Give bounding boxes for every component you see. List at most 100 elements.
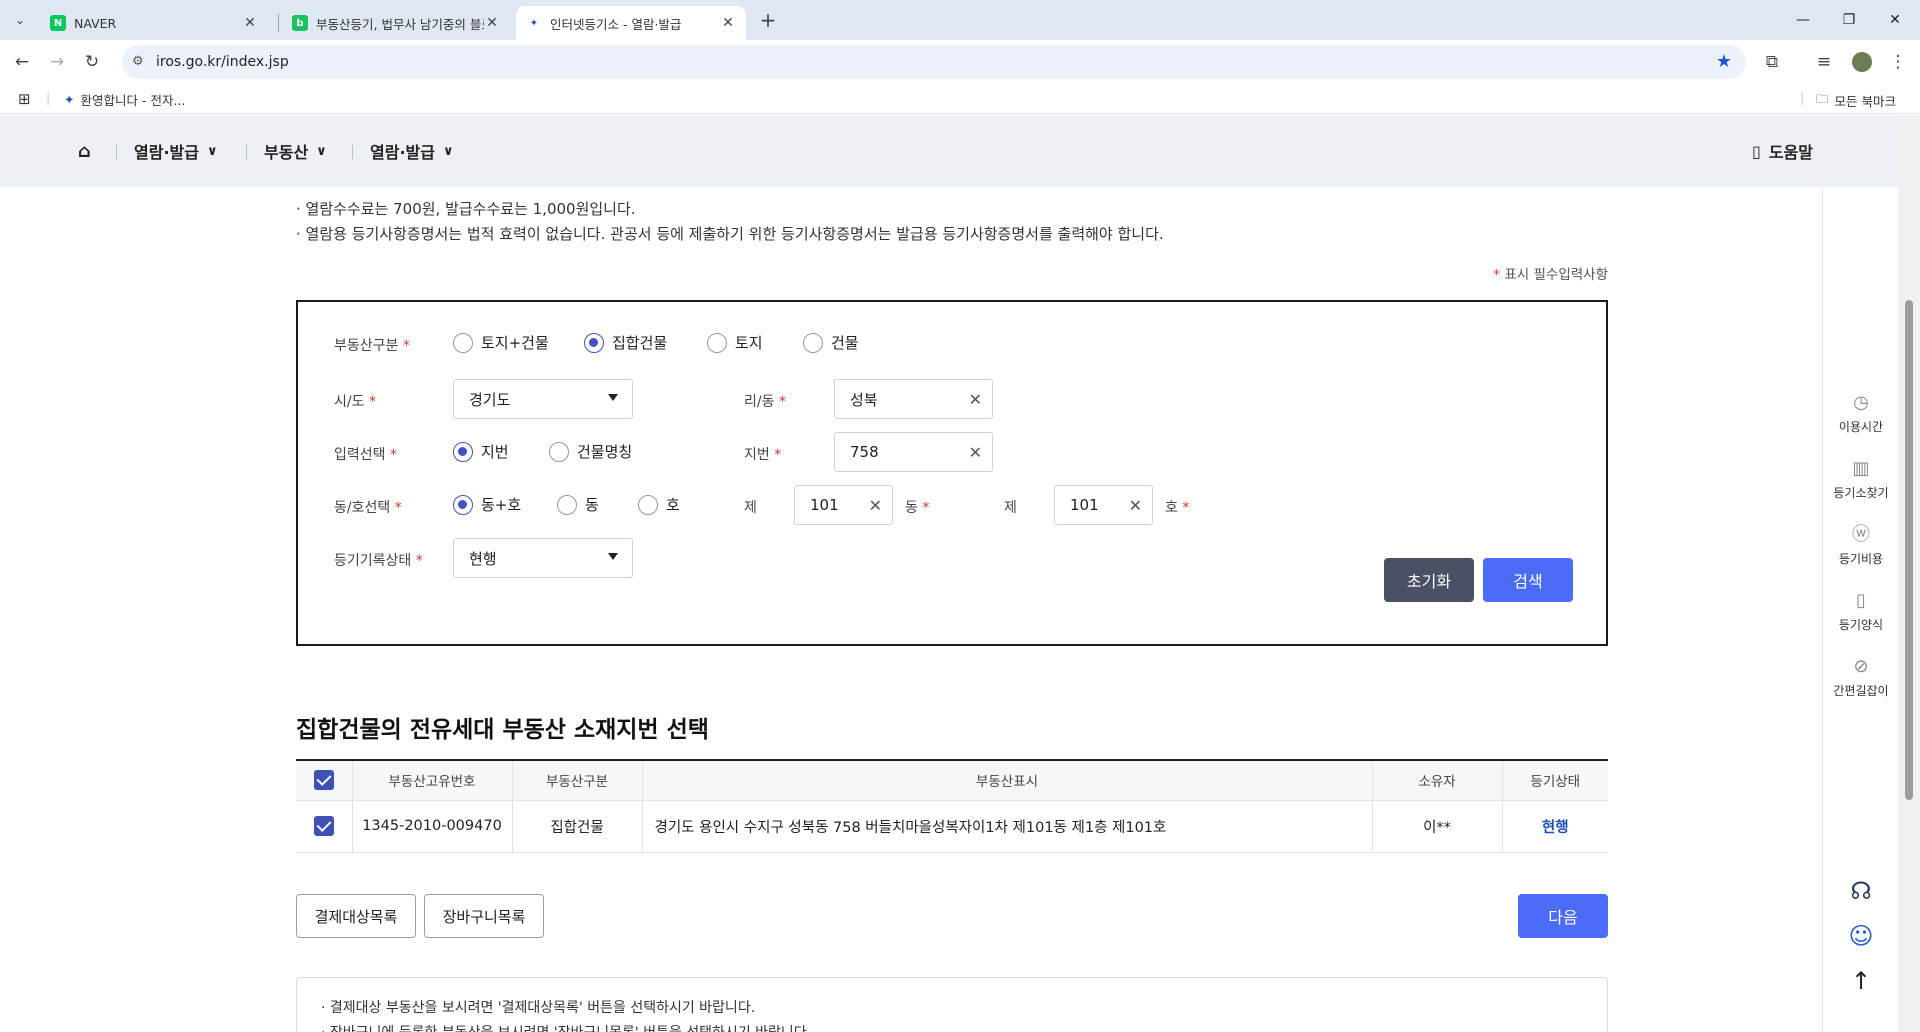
jibun-input[interactable]: 758 ✕ bbox=[834, 432, 993, 472]
rail-label: 등기비용 bbox=[1838, 552, 1884, 566]
dong-value: 101 bbox=[810, 496, 839, 514]
payment-list-button[interactable]: 결제대상목록 bbox=[296, 894, 416, 938]
nav-label: 부동산 bbox=[264, 143, 309, 162]
ho-input[interactable]: 101 ✕ bbox=[1054, 485, 1153, 525]
required-star: * bbox=[1493, 267, 1501, 283]
rail-label: 간편길잡이 bbox=[1833, 684, 1889, 698]
next-button[interactable]: 다음 bbox=[1518, 894, 1608, 938]
clear-icon[interactable]: ✕ bbox=[869, 496, 882, 515]
legal-notice: · 열람용 등기사항증명서는 법적 효력이 없습니다. 관공서 등에 제출하기 … bbox=[296, 225, 1164, 243]
site-info-icon[interactable]: ⚙ bbox=[132, 54, 144, 69]
table-row[interactable]: 1345-2010-009470 집합건물 경기도 용인시 수지구 성북동 75… bbox=[296, 800, 1608, 853]
column-header: 부동산표시 bbox=[641, 759, 1372, 801]
input-select-label: 입력선택 * bbox=[334, 447, 397, 463]
radio-jibun[interactable]: 지번 bbox=[453, 441, 509, 462]
tab-search-icon[interactable]: ⌄ bbox=[8, 8, 32, 32]
search-button[interactable]: 검색 bbox=[1483, 558, 1573, 602]
rail-registry-cost[interactable]: ⓦ 등기비용 bbox=[1823, 524, 1899, 567]
radio-dong[interactable]: 동 bbox=[557, 494, 599, 515]
close-tab-icon[interactable]: ✕ bbox=[484, 15, 500, 31]
dong-input[interactable]: 101 ✕ bbox=[794, 485, 893, 525]
close-tab-icon[interactable]: ✕ bbox=[242, 15, 258, 31]
bookmark-item[interactable]: ✦ 환영합니다 - 전자... bbox=[64, 90, 185, 109]
chatbot-icon[interactable]: ☺ bbox=[1823, 922, 1899, 950]
close-window-icon[interactable]: ✕ bbox=[1872, 6, 1918, 34]
apps-grid-icon[interactable]: ⊞ bbox=[18, 90, 31, 108]
rail-find-registry[interactable]: ▥ 등기소찾기 bbox=[1823, 458, 1899, 501]
back-icon[interactable]: ← bbox=[10, 50, 34, 74]
caret-down-icon bbox=[608, 553, 618, 560]
clear-icon[interactable]: ✕ bbox=[969, 390, 982, 409]
reset-button[interactable]: 초기화 bbox=[1384, 558, 1474, 602]
page-content: · 열람수수료는 700원, 발급수수료는 1,000원입니다. · 열람용 등… bbox=[0, 187, 1898, 1032]
radio-building-name[interactable]: 건물명칭 bbox=[549, 441, 632, 462]
nav-menu-realestate[interactable]: 부동산 ∨ bbox=[264, 115, 327, 187]
tab-blog[interactable]: b 부동산등기, 법무사 남기중의 블로그 ✕ bbox=[282, 6, 510, 40]
status-link[interactable]: 현행 bbox=[1501, 800, 1608, 853]
help-button[interactable]: ▯ 도움말 bbox=[1752, 115, 1813, 187]
nav-menu-view-issue[interactable]: 열람·발급 ∨ bbox=[134, 115, 218, 187]
bookmark-divider: | bbox=[1800, 90, 1805, 105]
new-tab-button[interactable]: + bbox=[756, 8, 780, 32]
map-icon: ▥ bbox=[1852, 458, 1870, 479]
radio-dong-ho[interactable]: 동+호 bbox=[453, 494, 521, 515]
site-header-nav: ⌂ 열람·발급 ∨ 부동산 ∨ 열람·발급 ∨ ▯ 도움말 bbox=[0, 115, 1898, 187]
home-icon[interactable]: ⌂ bbox=[78, 115, 91, 187]
column-header: 부동산구분 bbox=[511, 759, 642, 801]
radio-collective-building[interactable]: 집합건물 bbox=[584, 332, 667, 353]
nav-label: 열람·발급 bbox=[370, 143, 435, 162]
info-line: · 장바구니에 등록한 부동산을 보시려면 '장바구니목록' 버튼을 선택하시기… bbox=[321, 1022, 811, 1032]
scroll-top-icon[interactable]: ↑ bbox=[1823, 967, 1899, 995]
sido-select[interactable]: 경기도 bbox=[453, 379, 633, 419]
jibun-label: 지번 * bbox=[744, 447, 782, 463]
rail-registry-forms[interactable]: ▯ 등기양식 bbox=[1823, 590, 1899, 633]
minimize-icon[interactable]: — bbox=[1780, 6, 1826, 34]
menu-icon[interactable]: ⋮ bbox=[1886, 50, 1910, 74]
folder-icon: 🗀 bbox=[1816, 91, 1829, 106]
property-address-cell: 경기도 용인시 수지구 성북동 758 버들치마을성복자이1차 제101동 제1… bbox=[641, 800, 1372, 853]
bookmark-star-icon[interactable]: ★ bbox=[1716, 51, 1732, 72]
ri-dong-input[interactable]: 성북 ✕ bbox=[834, 379, 993, 419]
media-icon[interactable]: ≡ bbox=[1812, 50, 1836, 74]
browser-tabstrip: ⌄ N NAVER ✕ b 부동산등기, 법무사 남기중의 블로그 ✕ ✦ 인터… bbox=[0, 0, 1920, 40]
sido-value: 경기도 bbox=[469, 390, 511, 409]
record-status-select[interactable]: 현행 bbox=[453, 538, 633, 578]
ri-dong-value: 성북 bbox=[850, 390, 878, 409]
rail-quick-guide[interactable]: ⊘ 간편길잡이 bbox=[1823, 656, 1899, 699]
radio-land-building[interactable]: 토지+건물 bbox=[453, 332, 549, 353]
headset-icon[interactable]: ☊ bbox=[1823, 877, 1899, 905]
won-coin-icon: ⓦ bbox=[1852, 524, 1870, 545]
scrollbar-thumb[interactable] bbox=[1905, 300, 1913, 800]
sido-label: 시/도 * bbox=[334, 394, 376, 410]
forward-icon[interactable]: → bbox=[45, 50, 69, 74]
cart-list-button[interactable]: 장바구니목록 bbox=[424, 894, 544, 938]
profile-avatar[interactable] bbox=[1850, 50, 1874, 74]
rail-usage-time[interactable]: ◷ 이용시간 bbox=[1823, 392, 1899, 435]
nav-menu-view-issue-sub[interactable]: 열람·발급 ∨ bbox=[370, 115, 454, 187]
quick-menu-rail: ◷ 이용시간 ▥ 등기소찾기 ⓦ 등기비용 ▯ 등기양식 ⊘ 간편길잡이 ☊ ☺… bbox=[1822, 187, 1898, 1032]
tab-iros[interactable]: ✦ 인터넷등기소 - 열람·발급 ✕ bbox=[516, 6, 746, 40]
restore-icon[interactable]: ❐ bbox=[1826, 6, 1872, 34]
reload-icon[interactable]: ↻ bbox=[80, 50, 104, 74]
extensions-icon[interactable]: ⧉ bbox=[1760, 50, 1784, 74]
select-all-checkbox[interactable] bbox=[313, 770, 334, 791]
property-id-cell: 1345-2010-009470 bbox=[351, 800, 512, 853]
radio-ho[interactable]: 호 bbox=[638, 494, 680, 515]
row-checkbox[interactable] bbox=[313, 816, 334, 836]
radio-building[interactable]: 건물 bbox=[803, 332, 859, 353]
clear-icon[interactable]: ✕ bbox=[969, 443, 982, 462]
clear-icon[interactable]: ✕ bbox=[1129, 496, 1142, 515]
tab-title: 부동산등기, 법무사 남기중의 블로그 bbox=[316, 16, 484, 32]
dong-suffix: 동 * bbox=[905, 500, 930, 516]
all-bookmarks[interactable]: 🗀 모든 북마크 bbox=[1816, 90, 1896, 111]
page-scrollbar[interactable] bbox=[1898, 115, 1920, 1032]
rail-label: 등기양식 bbox=[1838, 618, 1884, 632]
address-bar[interactable]: ⚙ iros.go.kr/index.jsp ★ bbox=[122, 45, 1746, 79]
info-box: · 결제대상 부동산을 보시려면 '결제대상목록' 버튼을 선택하시기 바랍니다… bbox=[296, 977, 1608, 1032]
tab-naver[interactable]: N NAVER ✕ bbox=[40, 6, 268, 40]
chevron-down-icon: ∨ bbox=[206, 143, 218, 159]
ho-prefix: 제 bbox=[1004, 500, 1017, 516]
property-type-cell: 집합건물 bbox=[511, 800, 642, 853]
close-tab-icon[interactable]: ✕ bbox=[720, 15, 736, 31]
radio-land[interactable]: 토지 bbox=[707, 332, 763, 353]
